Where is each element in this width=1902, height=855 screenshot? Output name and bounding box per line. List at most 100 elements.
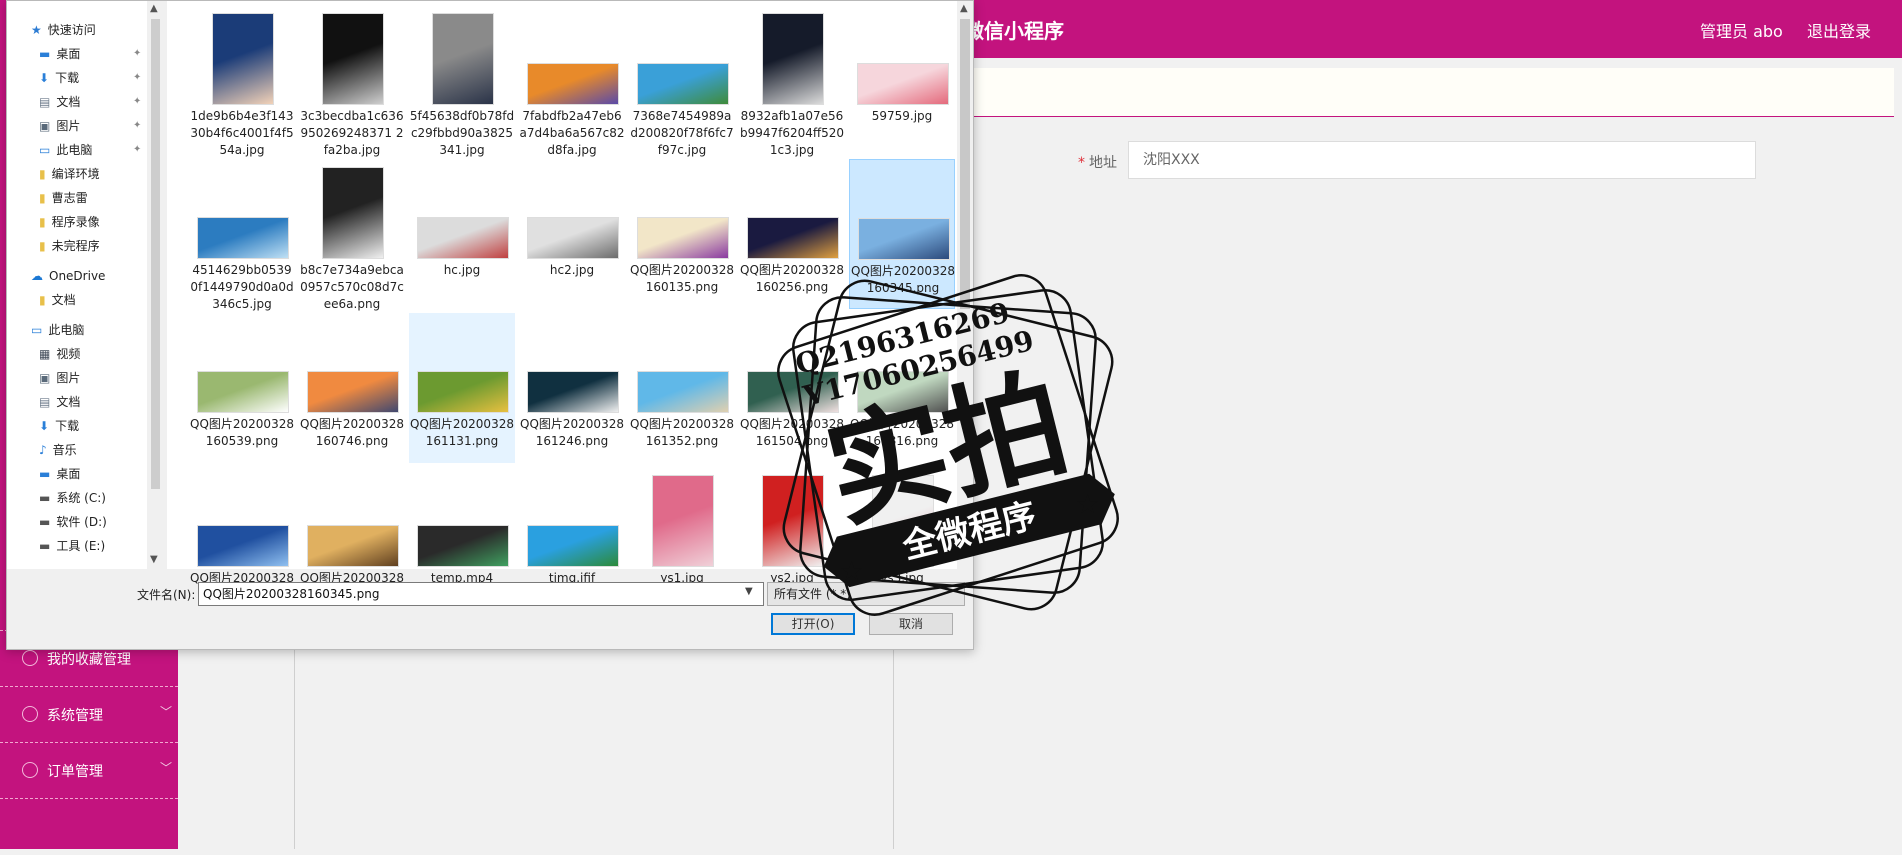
file-thumbnail [307,371,399,413]
filename-input[interactable]: QQ图片20200328160345.png [198,582,764,606]
file-name: QQ图片20200328160135.png [630,263,734,294]
open-button[interactable]: 打开(O) [771,613,855,635]
nav-item[interactable]: ★ 快速访问 [31,19,96,41]
file-list-scrollbar[interactable]: ▲ [957,1,973,569]
nav-item[interactable]: ⬇ 下载 [39,67,79,89]
file-open-dialog: ★ 快速访问 ▬ 桌面 ✦ ⬇ 下载 ✦ ▤ 文档 ✦ ▣ 图片 ✦ ▭ 此电脑 ✦ ▮ 编译环境 ▮ 曹志雷 ▮ 程序录像… [6,0,974,650]
nav-item[interactable]: ☁ OneDrive [31,265,105,287]
file-name: QQ图片20200328160746.png [300,417,404,448]
nav-item-label: 此电脑 [48,323,85,337]
file-name: 1de9b6b4e3f14330b4f6c4001f4f554a.jpg [190,109,294,157]
nav-item[interactable]: ▬ 桌面 [39,43,80,65]
nav-item-label: 文档 [56,395,81,409]
nav-item[interactable]: ▮ 曹志雷 [39,187,88,209]
logout-link[interactable]: 退出登录 [1807,18,1871,42]
file-name: QQ图片20200328161504.png [740,417,844,448]
sidebar-item-label: 系统管理 [47,708,103,724]
file-thumbnail [858,218,950,260]
file-item[interactable]: 59759.jpg [849,5,955,155]
nav-item[interactable]: ▣ 图片 [39,367,80,389]
computer-icon: ▭ [39,143,51,157]
file-item[interactable]: hc.jpg [409,159,515,309]
navigation-scroll-thumb[interactable] [151,19,160,489]
file-item[interactable]: QQ图片20200328160539.png [189,313,295,463]
file-item[interactable]: 7fabdfb2a47eb6a7d4ba6a567c82d8fa.jpg [519,5,625,157]
nav-item[interactable]: ▮ 未完程序 [39,235,100,257]
pin-icon: ✦ [133,96,142,107]
nav-item[interactable]: ▮ 编译环境 [39,163,100,185]
file-item[interactable]: QQ图片20200328161352.png [629,313,735,463]
computer-icon: ▭ [31,323,43,337]
chevron-down-icon[interactable]: ▼ [745,586,753,597]
scroll-up-icon[interactable]: ▲ [150,3,158,14]
file-thumbnail [857,63,949,105]
picture-icon: ▣ [39,371,51,385]
file-name: 4514629bb05390f1449790d0a0d346c5.jpg [190,263,294,311]
file-list-scroll-thumb[interactable] [960,19,970,309]
cancel-button[interactable]: 取消 [869,613,953,635]
document-icon: ▤ [39,95,51,109]
file-item[interactable]: 7368e7454989ad200820f78f6fc7f97c.jpg [629,5,735,157]
nav-item[interactable]: ▬ 软件 (D:) [39,511,107,533]
address-input[interactable]: 沈阳XXX [1128,141,1756,179]
heart-icon [22,650,38,666]
file-item[interactable]: 3c3becdba1c636950269248371 2fa2ba.jpg [299,5,405,157]
file-thumbnail [762,475,824,567]
nav-item[interactable]: ▦ 视频 [39,343,80,365]
file-item[interactable]: QQ图片20200328160135.png [629,159,735,309]
navigation-pane: ★ 快速访问 ▬ 桌面 ✦ ⬇ 下载 ✦ ▤ 文档 ✦ ▣ 图片 ✦ ▭ 此电脑 ✦ ▮ 编译环境 ▮ 曹志雷 ▮ 程序录像… [7,1,147,569]
pin-icon: ✦ [133,120,142,131]
nav-item[interactable]: ▤ 文档 [39,91,80,113]
file-item[interactable]: QQ图片20200328161131.png [409,313,515,463]
nav-item[interactable]: ▭ 此电脑 [39,139,92,161]
nav-item[interactable]: ▬ 桌面 [39,463,80,485]
file-item[interactable]: QQ图片20200328161246.png [519,313,625,463]
nav-item-label: 桌面 [56,47,81,61]
file-item[interactable]: QQ图片20200328160256.png [739,159,845,309]
file-thumbnail [762,13,824,105]
file-type-select[interactable]: 所有文件 (*.*) [767,582,965,606]
file-name: QQ图片20200328161246.png [520,417,624,448]
nav-item[interactable]: ▮ 程序录像 [39,211,100,233]
admin-user-label[interactable]: 管理员 abo [1700,18,1783,42]
nav-item[interactable]: ▬ 系统 (C:) [39,487,106,509]
nav-item[interactable]: ▬ 工具 (E:) [39,535,105,557]
file-thumbnail [527,525,619,567]
drive-icon: ▬ [39,491,51,505]
nav-item[interactable]: ▣ 图片 [39,115,80,137]
file-item[interactable]: 1de9b6b4e3f14330b4f6c4001f4f554a.jpg [189,5,295,157]
file-item[interactable]: QQ图片20200328160746.png [299,313,405,463]
nav-item[interactable]: ▮ 文档 [39,289,76,311]
scroll-down-icon[interactable]: ▼ [150,554,158,565]
desktop-icon: ▬ [39,47,51,61]
file-item[interactable]: QQ图片20200328161504.png [739,313,845,463]
file-list-pane: 1de9b6b4e3f14330b4f6c4001f4f554a.jpg 3c3b… [167,1,957,602]
file-item[interactable]: 5f45638df0b78fdc29fbbd90a3825341.jpg [409,5,515,157]
file-name: 7fabdfb2a47eb6a7d4ba6a567c82d8fa.jpg [519,109,625,157]
nav-item[interactable]: ▤ 文档 [39,391,80,413]
file-item[interactable]: 8932afb1a07e56b9947f6204ff5201c3.jpg [739,5,845,157]
file-item[interactable]: QQ图片20200328161816.png [849,313,955,463]
file-thumbnail [417,525,509,567]
file-thumbnail [197,525,289,567]
file-name: 59759.jpg [871,109,933,123]
nav-item-label: 未完程序 [51,239,100,253]
file-item[interactable]: 4514629bb05390f1449790d0a0d346c5.jpg [189,159,295,311]
file-name: hc2.jpg [549,263,595,277]
download-icon: ⬇ [39,71,50,85]
sidebar-item-orders[interactable]: 订单管理 ﹀ [0,742,178,799]
file-thumbnail [872,475,934,567]
scroll-up-icon[interactable]: ▲ [960,3,968,14]
file-thumbnail [652,475,714,567]
file-item[interactable]: b8c7e734a9ebca0957c570c08d7cee6a.png [299,159,405,311]
navigation-scrollbar[interactable]: ▲ ▼ [147,1,164,569]
nav-item[interactable]: ⬇ 下载 [39,415,79,437]
video-icon: ▦ [39,347,51,361]
sidebar-item-system[interactable]: 系统管理 ﹀ [0,686,178,743]
file-item[interactable]: hc2.jpg [519,159,625,309]
nav-item[interactable]: ♪ 音乐 [39,439,77,461]
file-item[interactable]: QQ图片20200328160345.png [849,159,955,309]
drive-icon: ▬ [39,515,51,529]
nav-item-label: 系统 (C:) [56,491,106,505]
nav-item[interactable]: ▭ 此电脑 [31,319,84,341]
